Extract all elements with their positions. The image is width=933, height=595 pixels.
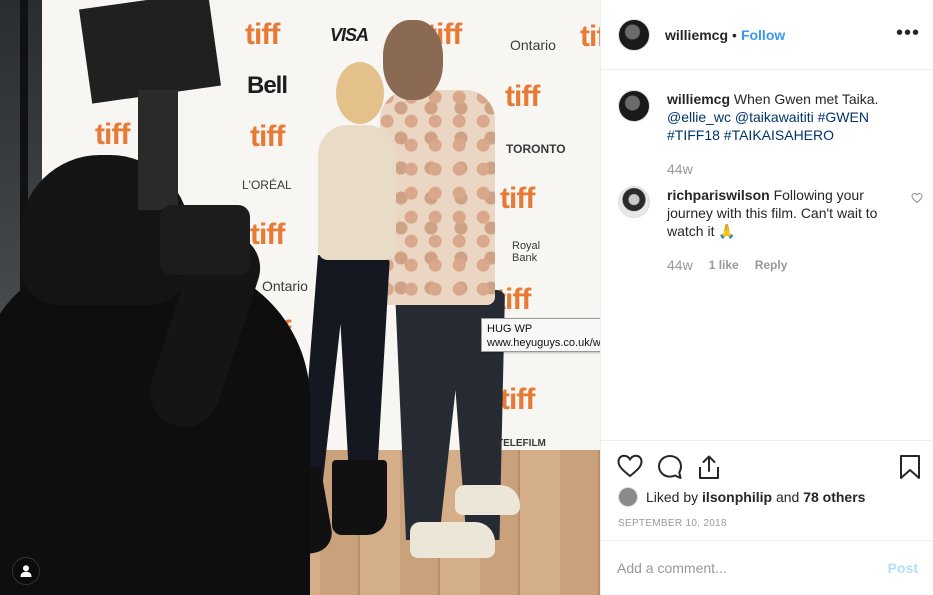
loreal-logo: L'ORÉAL xyxy=(242,178,292,192)
tiff-logo: tiff xyxy=(505,80,540,113)
comments-list: williemcg When Gwen met Taika. @ellie_wc… xyxy=(618,90,923,274)
caption-age[interactable]: 44w xyxy=(667,160,693,178)
woman-jacket xyxy=(318,125,396,260)
post-comment-button[interactable]: Post xyxy=(888,560,918,576)
camera xyxy=(160,205,250,275)
tiff-logo: tiff xyxy=(95,118,130,151)
ontario-logo: Ontario xyxy=(510,37,556,53)
commenter-avatar[interactable] xyxy=(618,186,650,218)
author-username[interactable]: williemcg xyxy=(665,27,728,43)
photographer-silhouette xyxy=(0,260,310,595)
tiff-logo: tiff xyxy=(580,20,600,53)
caption: williemcg When Gwen met Taika. @ellie_wc… xyxy=(618,90,923,178)
tiff-logo: tiff xyxy=(245,18,280,51)
follow-button[interactable]: Follow xyxy=(741,27,785,43)
caption-meta: 44w xyxy=(667,160,907,178)
comment-icon[interactable] xyxy=(657,454,683,480)
telefilm-logo: TELEFILM xyxy=(497,438,546,449)
instagram-post-modal: tiff VISA tiff Ontario Bell tiff tiff ti… xyxy=(0,0,933,595)
comment-likes[interactable]: 1 like xyxy=(709,256,739,274)
hashtag-link[interactable]: #TIFF18 xyxy=(667,127,720,143)
man-head xyxy=(383,20,443,100)
share-icon[interactable] xyxy=(697,454,721,480)
woman-head xyxy=(336,62,384,124)
liked-by-prefix: Liked by xyxy=(646,489,699,505)
post-sidebar: williemcg • Follow ••• williemcg When Gw… xyxy=(600,0,933,595)
author-avatar[interactable] xyxy=(618,18,650,51)
author-avatar[interactable] xyxy=(618,90,650,122)
browser-tooltip: HUG WP www.heyuguys.co.uk/wp-login.php?r… xyxy=(481,318,600,352)
comment-meta: 44w 1 like Reply xyxy=(667,256,907,274)
post-photo[interactable]: tiff VISA tiff Ontario Bell tiff tiff ti… xyxy=(0,0,600,595)
hashtag-link[interactable]: #GWEN xyxy=(818,109,869,125)
woman-boot xyxy=(332,460,387,535)
liker-avatar[interactable] xyxy=(618,487,638,507)
comment-body: richpariswilson Following your journey w… xyxy=(667,186,907,274)
add-comment-bar: Post xyxy=(601,540,933,595)
like-comment-heart-icon[interactable] xyxy=(911,192,923,204)
flash-unit xyxy=(138,90,178,210)
man-shoe xyxy=(455,485,520,515)
tagged-users-button[interactable] xyxy=(12,557,40,585)
tiff-logo: tiff xyxy=(500,182,535,215)
person-icon xyxy=(20,565,32,577)
comment-age[interactable]: 44w xyxy=(667,256,693,274)
separator-dot: • xyxy=(732,26,737,43)
hashtag-link[interactable]: #TAIKAISAHERO xyxy=(724,127,834,143)
liked-joiner: and xyxy=(775,489,800,505)
post-date[interactable]: SEPTEMBER 10, 2018 xyxy=(618,518,727,529)
man-shirt xyxy=(380,90,495,305)
reply-button[interactable]: Reply xyxy=(755,256,788,274)
tiff-logo: tiff xyxy=(500,383,535,416)
comment-input[interactable] xyxy=(617,560,888,576)
heart-icon[interactable] xyxy=(617,454,643,478)
comment: richpariswilson Following your journey w… xyxy=(618,186,923,274)
caption-body: williemcg When Gwen met Taika. @ellie_wc… xyxy=(667,90,907,178)
tiff-logo: tiff xyxy=(250,120,285,153)
man-shoe xyxy=(410,522,495,558)
post-header: williemcg • Follow ••• xyxy=(601,0,933,70)
caption-username[interactable]: williemcg xyxy=(667,91,730,107)
ellipsis-icon[interactable]: ••• xyxy=(896,22,920,45)
bookmark-icon[interactable] xyxy=(899,454,921,480)
royal-bank-logo: Royal Bank xyxy=(512,240,541,264)
commenter-username[interactable]: richpariswilson xyxy=(667,187,770,203)
bell-logo: Bell xyxy=(247,72,288,99)
likes-summary: Liked by ilsonphilip and 78 others xyxy=(618,487,865,507)
likes-count-link[interactable]: 78 others xyxy=(803,489,865,505)
caption-text: When Gwen met Taika. xyxy=(733,91,879,107)
mention-link[interactable]: @ellie_wc xyxy=(667,109,731,125)
tooltip-title: HUG WP xyxy=(487,323,533,335)
ontario-logo: Ontario xyxy=(262,278,308,294)
flash-softbox xyxy=(79,0,221,104)
liker-username[interactable]: ilsonphilip xyxy=(702,489,772,505)
tooltip-url: www.heyuguys.co.uk/wp-login.php?redirect… xyxy=(487,337,600,349)
visa-logo: VISA xyxy=(330,25,369,45)
toronto-logo: TORONTO xyxy=(506,142,566,156)
tiff-logo: tiff xyxy=(250,218,285,251)
mention-link[interactable]: @taikawaititi xyxy=(735,109,814,125)
action-bar xyxy=(601,440,933,490)
